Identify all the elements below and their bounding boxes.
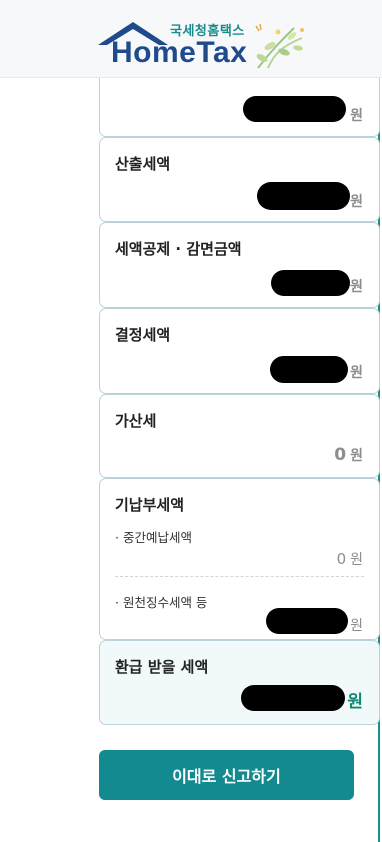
sub-item-value: 0 원 (336, 550, 363, 568)
app-header: 국세청홈택스 HomeTax (0, 0, 382, 78)
sub-item-label: · 중간예납세액 (115, 530, 192, 545)
redacted-amount (257, 182, 350, 210)
redacted-amount (243, 96, 346, 122)
card-label: 기납부세액 (115, 496, 185, 514)
card-value: 0 원 (334, 445, 363, 465)
card-label: 가산세 (115, 412, 157, 430)
divider (115, 576, 364, 577)
summary-card-determined-tax: 결정세액 원 (99, 308, 380, 394)
summary-card-calculated-tax: 산출세액 원 (99, 137, 380, 222)
flower-decoration-icon (255, 23, 304, 69)
card-value: 원 (350, 108, 363, 124)
redacted-amount (266, 608, 348, 634)
sub-item-value: 원 (350, 618, 363, 634)
summary-card-refund: 환급 받을 세액 원 (99, 640, 380, 725)
card-value: 원 (350, 365, 363, 381)
card-value: 원 (350, 194, 363, 210)
logo-english-text: HomeTax (111, 36, 248, 69)
card-label: 세액공제 · 감면금액 (115, 240, 242, 258)
submit-return-button[interactable]: 이대로 신고하기 (99, 750, 354, 800)
refund-value: 원 (347, 692, 363, 712)
card-label: 산출세액 (115, 155, 171, 173)
card-label: 결정세액 (115, 326, 171, 344)
redacted-amount (270, 356, 348, 383)
redacted-amount (271, 270, 350, 296)
card-value: 원 (350, 279, 363, 295)
redacted-amount (241, 685, 345, 711)
summary-card-prepaid-tax: 기납부세액 · 중간예납세액 0 원 · 원천징수세액 등 원 (99, 478, 380, 640)
hometax-logo[interactable]: 국세청홈택스 HomeTax (98, 16, 313, 72)
summary-card-tax-credit: 세액공제 · 감면금액 원 (99, 222, 380, 308)
card-label: 환급 받을 세액 (115, 658, 209, 676)
summary-card-penalty-tax: 가산세 0 원 (99, 394, 380, 478)
sub-item-label: · 원천징수세액 등 (115, 595, 208, 610)
